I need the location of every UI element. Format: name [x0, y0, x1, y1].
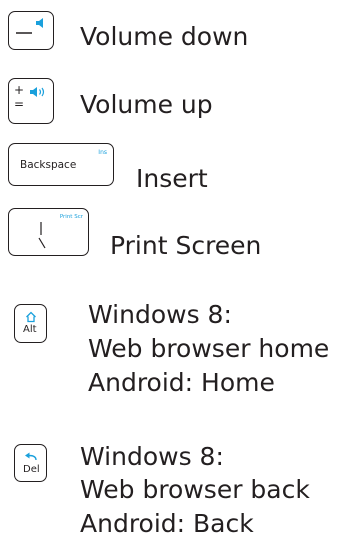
home-description-line-1: Windows 8:	[88, 300, 232, 329]
backspace-key: Backspace Ins	[8, 143, 114, 186]
speaker-loud-icon	[30, 87, 45, 97]
alt-key: Alt	[14, 304, 47, 343]
insert-description: Insert	[136, 164, 208, 193]
back-description-line-1: Windows 8:	[80, 442, 224, 471]
volume-down-description: Volume down	[80, 22, 249, 51]
print-screen-key: Print Scr	[8, 208, 89, 256]
del-key: Del	[14, 444, 47, 482]
back-description-line-2: Web browser back	[80, 475, 310, 504]
ins-corner-label: Ins	[98, 149, 107, 156]
print-scr-corner-label: Print Scr	[59, 214, 83, 220]
volume-down-key	[8, 11, 54, 50]
home-description-line-3: Android: Home	[88, 368, 275, 397]
print-screen-description: Print Screen	[110, 231, 262, 260]
equals-symbol: =	[14, 97, 25, 111]
backspace-label: Backspace	[20, 159, 77, 171]
back-arrow-icon	[25, 452, 37, 461]
back-description-line-3: Android: Back	[80, 509, 254, 538]
minus-icon	[16, 32, 32, 34]
home-description-line-2: Web browser home	[88, 334, 330, 363]
plus-symbol: +	[14, 83, 25, 97]
alt-label: Alt	[23, 324, 37, 335]
volume-up-key: + =	[8, 78, 54, 124]
home-icon	[26, 311, 36, 323]
speaker-icon	[36, 18, 43, 28]
volume-up-description: Volume up	[80, 90, 213, 119]
del-label: Del	[23, 464, 40, 475]
pipe-backslash-icon	[38, 222, 46, 249]
